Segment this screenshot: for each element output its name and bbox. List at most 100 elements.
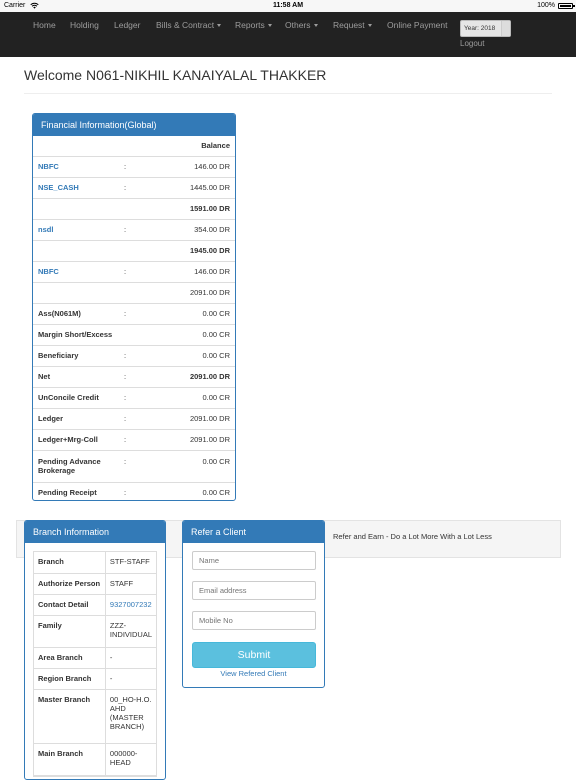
table-row: NBFC : 146.00 DR bbox=[33, 260, 235, 282]
branch-label: Main Branch bbox=[34, 743, 106, 776]
nav-others-label: Others bbox=[285, 20, 311, 30]
row-separator: : bbox=[119, 302, 139, 324]
row-label: Margin Short/Excess bbox=[33, 323, 139, 345]
branch-value: STF-STAFF bbox=[105, 552, 156, 574]
clock: 11:58 AM bbox=[272, 2, 304, 9]
branch-label: Master Branch bbox=[34, 689, 106, 744]
balance-header: Balance bbox=[201, 141, 230, 151]
view-referred-client-link[interactable]: View Refered Client bbox=[183, 669, 324, 678]
row-label: Pending Advance Brokerage bbox=[33, 449, 119, 482]
account-link-nbfc[interactable]: NBFC bbox=[33, 155, 119, 177]
mobile-input[interactable] bbox=[192, 611, 316, 630]
year-select-value: Year: 2018 bbox=[464, 25, 496, 32]
submit-button[interactable]: Submit bbox=[192, 642, 316, 668]
row-separator: : bbox=[119, 344, 139, 366]
table-row: Net : 2091.00 DR bbox=[33, 365, 235, 387]
row-value: 2091.00 DR bbox=[139, 407, 235, 429]
financial-info-panel: Financial Information(Global) Balance NB… bbox=[32, 113, 236, 501]
table-row: 2091.00 DR bbox=[33, 281, 235, 303]
table-row: NSE_CASH : 1445.00 DR bbox=[33, 176, 235, 198]
row-value: 0.00 CR bbox=[139, 449, 235, 482]
row-separator: : bbox=[119, 481, 139, 500]
row-label: Ledger+Mrg-Coll bbox=[33, 428, 119, 450]
nav-reports[interactable]: Reports bbox=[235, 20, 272, 30]
nav-reports-label: Reports bbox=[235, 20, 265, 30]
year-select[interactable]: Year: 2018 bbox=[460, 20, 511, 37]
branch-value: - bbox=[105, 647, 156, 669]
branch-value: 00_HO-H.O. AHD (MASTER BRANCH) bbox=[105, 689, 156, 744]
branch-label: Region Branch bbox=[34, 668, 106, 690]
nav-others[interactable]: Others bbox=[285, 20, 318, 30]
table-row: Master Branch 00_HO-H.O. AHD (MASTER BRA… bbox=[34, 689, 156, 744]
row-separator bbox=[119, 281, 139, 303]
nav-online-payment[interactable]: Online Payment bbox=[387, 20, 447, 30]
row-value: 1445.00 DR bbox=[139, 176, 235, 198]
row-value: 0.00 CR bbox=[139, 386, 235, 408]
table-row: Region Branch - bbox=[34, 668, 156, 690]
row-label bbox=[33, 197, 119, 219]
refer-tagline: Refer and Earn - Do a Lot More With a Lo… bbox=[333, 532, 492, 541]
table-row: UnConcile Credit : 0.00 CR bbox=[33, 386, 235, 408]
logout-link[interactable]: Logout bbox=[460, 39, 484, 48]
table-row: Area Branch - bbox=[34, 647, 156, 669]
table-row: NBFC : 146.00 DR bbox=[33, 155, 235, 177]
branch-info-panel: Branch Information Branch STF-STAFF Auth… bbox=[24, 520, 166, 780]
chevron-down-icon bbox=[267, 24, 272, 28]
branch-label: Authorize Person bbox=[34, 573, 106, 595]
table-row: Contact Detail 9327007232 bbox=[34, 594, 156, 616]
nav-bills-contract[interactable]: Bills & Contract bbox=[156, 20, 222, 30]
battery-percent: 100% bbox=[537, 2, 555, 9]
status-bar: Carrier 11:58 AM 100% bbox=[0, 0, 576, 12]
page-title: Welcome N061-NIKHIL KANAIYALAL THAKKER bbox=[24, 67, 327, 83]
branch-value: 000000-HEAD bbox=[105, 743, 156, 776]
refer-client-title: Refer a Client bbox=[183, 521, 324, 543]
account-link-nse-cash[interactable]: NSE_CASH bbox=[33, 176, 119, 198]
row-value: 2091.00 DR bbox=[139, 365, 235, 387]
nav-home[interactable]: Home bbox=[33, 20, 56, 30]
row-separator bbox=[119, 239, 139, 261]
row-label: Ledger bbox=[33, 407, 119, 429]
branch-label: Branch bbox=[34, 552, 106, 574]
branch-value: STAFF bbox=[105, 573, 156, 595]
row-value: 354.00 DR bbox=[139, 218, 235, 240]
row-label: Ass(N061M) bbox=[33, 302, 119, 324]
row-separator: : bbox=[119, 155, 139, 177]
table-row: Ledger : 2091.00 DR bbox=[33, 407, 235, 429]
select-arrow-icon bbox=[501, 21, 510, 36]
branch-value: ZZZ-INDIVIDUAL bbox=[105, 615, 156, 648]
row-value: 146.00 DR bbox=[139, 155, 235, 177]
account-link-nbfc-2[interactable]: NBFC bbox=[33, 260, 119, 282]
chevron-down-icon bbox=[313, 24, 318, 28]
row-label: Net bbox=[33, 365, 119, 387]
chevron-down-icon bbox=[217, 24, 222, 28]
account-link-nsdl[interactable]: nsdl bbox=[33, 218, 119, 240]
row-separator bbox=[119, 197, 139, 219]
nav-ledger[interactable]: Ledger bbox=[114, 20, 140, 30]
nav-bills-contract-label: Bills & Contract bbox=[156, 20, 215, 30]
branch-info-title: Branch Information bbox=[25, 521, 165, 543]
nav-holding[interactable]: Holding bbox=[70, 20, 99, 30]
table-row: Pending Advance Brokerage : 0.00 CR bbox=[33, 449, 235, 482]
table-row: Branch STF-STAFF bbox=[34, 552, 156, 574]
email-input[interactable] bbox=[192, 581, 316, 600]
branch-label: Family bbox=[34, 615, 106, 648]
nav-request[interactable]: Request bbox=[333, 20, 372, 30]
name-input[interactable] bbox=[192, 551, 316, 570]
contact-phone-link[interactable]: 9327007232 bbox=[110, 600, 152, 609]
row-value: 2091.00 DR bbox=[139, 428, 235, 450]
row-value: 0.00 CR bbox=[139, 481, 235, 500]
table-row: Main Branch 000000-HEAD bbox=[34, 743, 156, 776]
table-row: nsdl : 354.00 DR bbox=[33, 218, 235, 240]
top-navbar: Home Holding Ledger Bills & Contract Rep… bbox=[0, 12, 576, 57]
branch-table-wrapper: Branch STF-STAFF Authorize Person STAFF … bbox=[33, 551, 157, 777]
table-row: Authorize Person STAFF bbox=[34, 573, 156, 595]
refer-client-panel: Refer a Client Submit View Refered Clien… bbox=[182, 520, 325, 688]
row-value: 2091.00 DR bbox=[139, 281, 235, 303]
row-value: 146.00 DR bbox=[139, 260, 235, 282]
row-separator: : bbox=[119, 365, 139, 387]
financial-info-title: Financial Information(Global) bbox=[33, 114, 235, 136]
row-label bbox=[33, 239, 119, 261]
row-label: Beneficiary bbox=[33, 344, 119, 366]
row-value: 0.00 CR bbox=[139, 344, 235, 366]
row-value: 0.00 CR bbox=[139, 323, 235, 345]
